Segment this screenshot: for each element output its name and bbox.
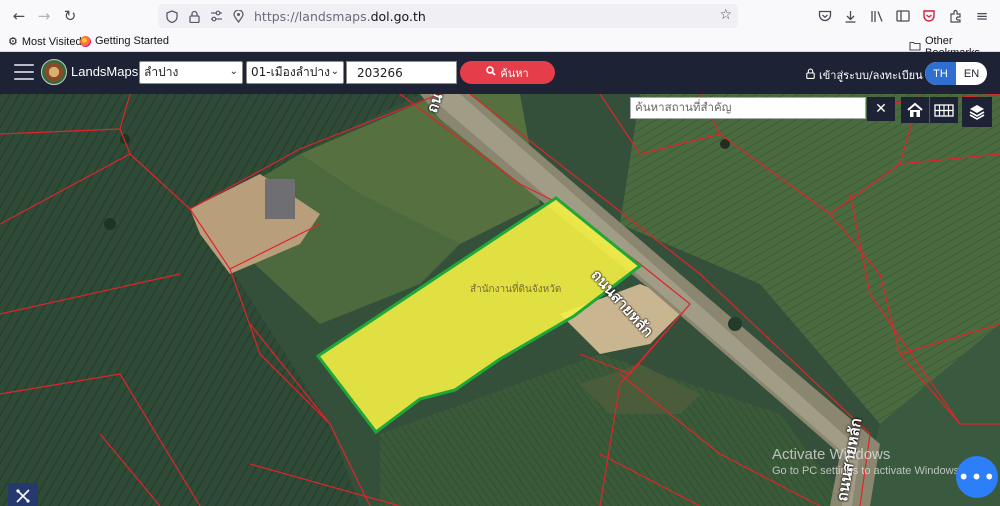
- library-icon[interactable]: [867, 6, 887, 26]
- bookmark-getting-started[interactable]: Getting Started: [80, 35, 169, 47]
- lock-icon[interactable]: [186, 8, 202, 24]
- lang-en-button[interactable]: EN: [956, 62, 987, 85]
- activate-windows-watermark: Activate Windows Go to PC settings to ac…: [772, 446, 962, 477]
- hamburger-icon[interactable]: [14, 64, 34, 80]
- sidebar-icon[interactable]: [893, 6, 913, 26]
- layers-icon[interactable]: [962, 97, 992, 127]
- close-icon[interactable]: ✕: [867, 97, 895, 121]
- extension-red-icon[interactable]: [919, 6, 939, 26]
- chevron-down-icon: ⌄: [229, 66, 238, 77]
- lang-th-button[interactable]: TH: [925, 62, 956, 85]
- browser-chrome: ← → ↻ https://landsmaps.dol.go.th ☆ ≡ ⚙ …: [0, 0, 1000, 59]
- app-header: LandsMaps ลำปาง ⌄ 01-เมืองลำปาง ⌄ 203266…: [0, 52, 1000, 94]
- lock-icon: [806, 68, 815, 82]
- bookmark-most-visited[interactable]: ⚙ Most Visited: [8, 35, 82, 49]
- province-select[interactable]: ลำปาง ⌄: [139, 61, 243, 84]
- district-select-value: 01-เมืองลำปาง: [251, 65, 330, 79]
- watermark-subtitle: Go to PC settings to activate Windows.: [772, 465, 963, 477]
- search-button-label: ค้นหา: [500, 66, 529, 80]
- app-title: LandsMaps: [71, 64, 139, 79]
- reload-icon[interactable]: ↻: [59, 5, 81, 27]
- bookmark-label: Getting Started: [95, 35, 169, 47]
- bookmarks-bar: ⚙ Most Visited Getting Started Other Boo…: [0, 32, 1000, 59]
- more-icon[interactable]: •••: [956, 456, 998, 498]
- permissions-icon[interactable]: [208, 8, 224, 24]
- location-icon[interactable]: [230, 8, 246, 24]
- search-button[interactable]: ค้นหา: [460, 61, 555, 84]
- address-bar[interactable]: https://landsmaps.dol.go.th ☆: [158, 4, 738, 28]
- province-select-value: ลำปาง: [144, 65, 179, 79]
- dol-logo: [41, 59, 67, 85]
- parcel-number-input[interactable]: 203266: [346, 61, 457, 84]
- place-search-input[interactable]: ค้นหาสถานที่สำคัญ: [630, 97, 866, 119]
- star-icon[interactable]: ☆: [719, 7, 732, 23]
- login-label: เข้าสู่ระบบ/ลงทะเบียน: [819, 69, 923, 82]
- menu-icon[interactable]: ≡: [972, 6, 992, 26]
- bookmark-label: Most Visited: [21, 35, 82, 48]
- home-icon[interactable]: [901, 97, 929, 123]
- district-select[interactable]: 01-เมืองลำปาง ⌄: [246, 61, 344, 84]
- parcel-label: สำนักงานที่ดินจังหวัด: [470, 284, 562, 295]
- extension-icon[interactable]: [946, 6, 966, 26]
- pocket-icon[interactable]: [815, 6, 835, 26]
- language-toggle[interactable]: TH EN: [925, 62, 987, 85]
- url-text[interactable]: https://landsmaps.dol.go.th: [254, 9, 426, 24]
- gear-icon: ⚙: [8, 36, 18, 48]
- map-view[interactable]: ถนนสายหลัก ถนนสายหลัก ถนนสายหลัก สำนักงา…: [0, 94, 1000, 506]
- measure-icon[interactable]: [8, 483, 38, 506]
- firefox-icon: [80, 35, 91, 47]
- shield-icon[interactable]: [164, 8, 180, 24]
- login-link[interactable]: เข้าสู่ระบบ/ลงทะเบียน: [806, 66, 923, 84]
- search-icon: [486, 66, 496, 79]
- forward-icon[interactable]: →: [33, 5, 55, 27]
- back-icon[interactable]: ←: [8, 5, 30, 27]
- download-icon[interactable]: [840, 6, 860, 26]
- watermark-title: Activate Windows: [772, 446, 891, 463]
- browser-toolbar: ← → ↻ https://landsmaps.dol.go.th ☆ ≡: [0, 0, 1000, 32]
- chevron-down-icon: ⌄: [330, 66, 339, 77]
- grid-icon[interactable]: [930, 97, 958, 123]
